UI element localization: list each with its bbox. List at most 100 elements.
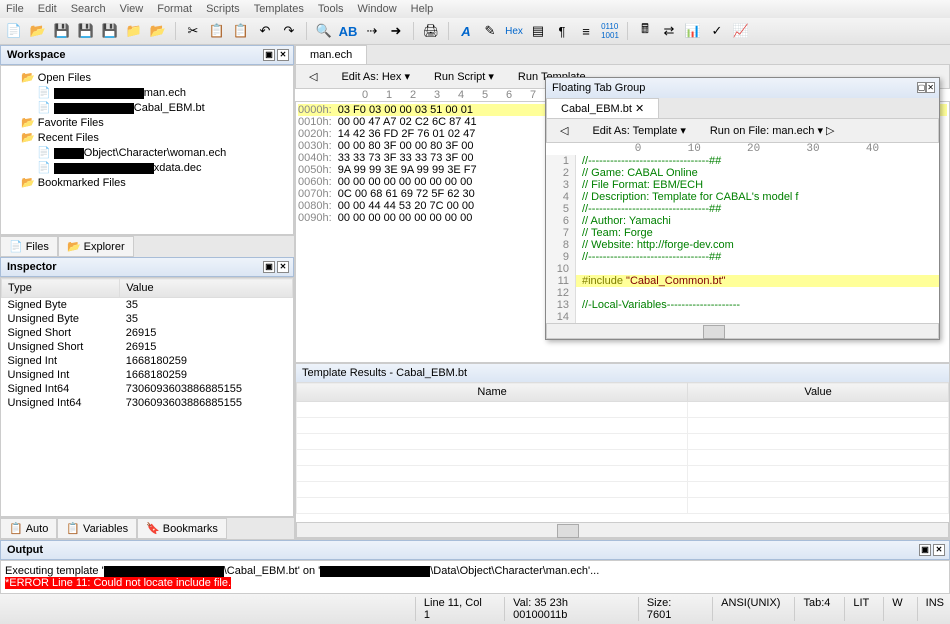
hex-mode-icon[interactable]: Hex <box>504 21 524 41</box>
redo-icon[interactable]: ↷ <box>279 21 299 41</box>
close-icon[interactable]: ✕ <box>635 103 644 115</box>
inspector-row[interactable]: Unsigned Byte35 <box>2 312 293 326</box>
menu-scripts[interactable]: Scripts <box>206 3 240 15</box>
code-line[interactable]: 2// Game: CABAL Online <box>546 167 939 179</box>
table-row[interactable] <box>297 498 949 514</box>
menu-edit[interactable]: Edit <box>38 3 57 15</box>
tab-auto[interactable]: 📋 Auto <box>0 518 57 539</box>
save-icon[interactable]: 💾 <box>52 21 72 41</box>
table-row[interactable] <box>297 450 949 466</box>
close-icon[interactable]: ✕ <box>277 261 289 273</box>
chart-icon[interactable]: 📈 <box>731 21 751 41</box>
pin-icon[interactable]: ▣ <box>919 544 931 556</box>
menu-search[interactable]: Search <box>71 3 106 15</box>
font-icon[interactable]: A <box>456 21 476 41</box>
code-line[interactable]: 4// Description: Template for CABAL's mo… <box>546 191 939 203</box>
floating-title[interactable]: Floating Tab Group ▢✕ <box>546 78 939 98</box>
nav-back-icon[interactable]: ◁ <box>300 67 326 86</box>
find-text-icon[interactable]: AB <box>338 21 358 41</box>
tree-recent[interactable]: Recent Files <box>5 130 289 145</box>
maximize-icon[interactable]: ▢ <box>917 82 927 93</box>
code-line[interactable]: 7// Team: Forge <box>546 227 939 239</box>
code-line[interactable]: 5//---------------------------------## <box>546 203 939 215</box>
goto-icon[interactable]: ⇢ <box>362 21 382 41</box>
paragraph-icon[interactable]: ¶ <box>552 21 572 41</box>
menu-help[interactable]: Help <box>411 3 434 15</box>
menu-file[interactable]: File <box>6 3 24 15</box>
tab-files[interactable]: 📄 Files <box>0 236 58 257</box>
tab-bookmarks[interactable]: 🔖 Bookmarks <box>137 518 227 539</box>
tree-open-files[interactable]: Open Files <box>5 70 289 85</box>
code-line[interactable]: 6// Author: Yamachi <box>546 215 939 227</box>
checksum-icon[interactable]: ✓ <box>707 21 727 41</box>
run-on-file-dropdown[interactable]: Run on File: man.ech ▾ ▷ <box>701 121 844 140</box>
table-row[interactable] <box>297 418 949 434</box>
inspector-row[interactable]: Signed Int1668180259 <box>2 354 293 368</box>
tree-file[interactable]: man.ech <box>5 85 289 100</box>
floating-tab-cabal-ebm[interactable]: Cabal_EBM.bt ✕ <box>546 98 659 118</box>
inspector-row[interactable]: Signed Byte35 <box>2 298 293 313</box>
tree-favorite[interactable]: Favorite Files <box>5 115 289 130</box>
calculator-icon[interactable]: 🖩 <box>635 21 655 41</box>
h-scrollbar[interactable] <box>296 522 949 538</box>
table-row[interactable] <box>297 434 949 450</box>
save-as-icon[interactable]: 💾 <box>100 21 120 41</box>
h-scrollbar[interactable] <box>546 323 939 339</box>
columns-icon[interactable]: ▤ <box>528 21 548 41</box>
copy-icon[interactable]: 📋 <box>207 21 227 41</box>
code-editor[interactable]: 1//---------------------------------##2/… <box>546 155 939 323</box>
inspector-row[interactable]: Signed Int647306093603886885155 <box>2 382 293 396</box>
code-line[interactable]: 10 <box>546 263 939 275</box>
jump-icon[interactable]: ➜ <box>386 21 406 41</box>
tab-variables[interactable]: 📋 Variables <box>57 518 137 539</box>
tree-file[interactable]: xdata.dec <box>5 160 289 175</box>
tree-file[interactable]: Cabal_EBM.bt <box>5 100 289 115</box>
undo-icon[interactable]: ↶ <box>255 21 275 41</box>
code-line[interactable]: 11#include "Cabal_Common.bt" <box>546 275 939 287</box>
code-line[interactable]: 8// Website: http://forge-dev.com <box>546 239 939 251</box>
paste-icon[interactable]: 📋 <box>231 21 251 41</box>
close-icon[interactable]: ✕ <box>926 82 935 93</box>
menu-format[interactable]: Format <box>157 3 192 15</box>
inspector-row[interactable]: Unsigned Int647306093603886885155 <box>2 396 293 410</box>
col-value[interactable]: Value <box>120 279 293 298</box>
table-row[interactable] <box>297 402 949 418</box>
compare-icon[interactable]: ⇄ <box>659 21 679 41</box>
inspector-row[interactable]: Unsigned Short26915 <box>2 340 293 354</box>
save-all-icon[interactable]: 💾 <box>76 21 96 41</box>
tree-bookmarked[interactable]: Bookmarked Files <box>5 175 289 190</box>
code-line[interactable]: 3// File Format: EBM/ECH <box>546 179 939 191</box>
code-line[interactable]: 9//---------------------------------## <box>546 251 939 263</box>
inspector-grid[interactable]: TypeValue Signed Byte35Unsigned Byte35Si… <box>0 277 294 517</box>
table-row[interactable] <box>297 466 949 482</box>
menu-tools[interactable]: Tools <box>318 3 344 15</box>
code-line[interactable]: 14 <box>546 311 939 323</box>
table-row[interactable] <box>297 482 949 498</box>
menu-view[interactable]: View <box>120 3 144 15</box>
editor-tab-man-ech[interactable]: man.ech <box>295 45 367 64</box>
menu-templates[interactable]: Templates <box>254 3 304 15</box>
align-icon[interactable]: ≡ <box>576 21 596 41</box>
binary-icon[interactable]: 01101001 <box>600 21 620 41</box>
cut-icon[interactable]: ✂ <box>183 21 203 41</box>
print-icon[interactable]: 🖨 <box>421 21 441 41</box>
tab-explorer[interactable]: 📂 Explorer <box>58 236 134 257</box>
inspector-row[interactable]: Unsigned Int1668180259 <box>2 368 293 382</box>
close-icon[interactable]: ✕ <box>933 544 945 556</box>
code-line[interactable]: 1//---------------------------------## <box>546 155 939 167</box>
edit-as-dropdown[interactable]: Edit As: Hex ▾ <box>332 67 419 86</box>
edit-as-dropdown[interactable]: Edit As: Template ▾ <box>583 121 694 140</box>
pin-icon[interactable]: ▣ <box>263 49 275 61</box>
open-recent-icon[interactable]: 📂 <box>148 21 168 41</box>
pin-icon[interactable]: ▣ <box>263 261 275 273</box>
menu-window[interactable]: Window <box>358 3 397 15</box>
workspace-tree[interactable]: Open Files man.ech Cabal_EBM.bt Favorite… <box>0 65 294 235</box>
code-line[interactable]: 13//-Local-Variables-------------------- <box>546 299 939 311</box>
find-icon[interactable]: 🔍 <box>314 21 334 41</box>
copy-folder-icon[interactable]: 📁 <box>124 21 144 41</box>
highlight-icon[interactable]: ✎ <box>480 21 500 41</box>
new-file-icon[interactable]: 📄 <box>4 21 24 41</box>
close-icon[interactable]: ✕ <box>277 49 289 61</box>
nav-back-icon[interactable]: ◁ <box>551 121 577 140</box>
floating-tab-group[interactable]: Floating Tab Group ▢✕ Cabal_EBM.bt ✕ ◁ E… <box>545 77 940 340</box>
